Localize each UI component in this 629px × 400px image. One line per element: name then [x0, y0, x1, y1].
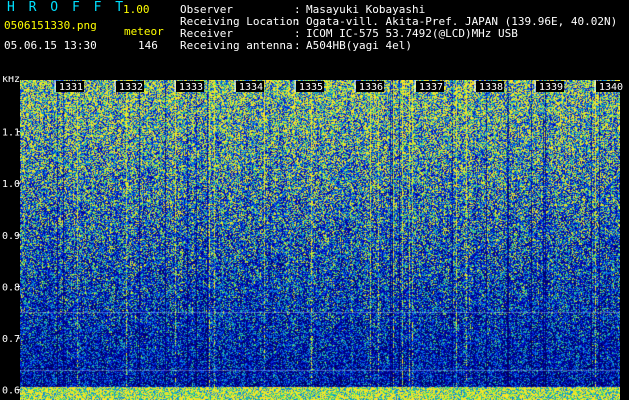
y-tick-label: 0.9: [2, 231, 20, 242]
time-tick-label: 1331: [59, 82, 83, 93]
time-tick-label: 1337: [419, 82, 443, 93]
y-tick-label: 1.0: [2, 179, 20, 190]
time-tick-label: 1336: [359, 82, 383, 93]
datetime: 05.06.15 13:30: [4, 39, 97, 52]
y-tick-label: 0.6: [2, 386, 20, 397]
filename: 0506151330.png: [4, 19, 97, 32]
time-tick-label: 1340: [599, 82, 623, 93]
app-title: H R O F F T: [7, 0, 127, 15]
antenna-label: Receiving antenna: [180, 39, 293, 52]
y-tick-label: 0.8: [2, 282, 20, 293]
meteor-count: 146: [138, 39, 158, 52]
y-tick-label: 0.7: [2, 334, 20, 345]
time-tick-label: 1335: [299, 82, 323, 93]
time-tick-label: 1338: [479, 82, 503, 93]
y-tick-label: 1.1: [2, 128, 20, 139]
time-tick-label: 1333: [179, 82, 203, 93]
y-axis-label: kHz: [2, 76, 20, 85]
time-tick-label: 1334: [239, 82, 263, 93]
spectrogram-axes: kHz 1.1 1.0 0.9 0.8 0.7 0.6 1331 1332 1333 1334 133…: [2, 76, 624, 397]
time-tick-label: 1332: [119, 82, 143, 93]
time-tick-label: 1339: [539, 82, 563, 93]
meteor-label: meteor: [124, 25, 164, 38]
app-version: 1.00: [123, 3, 150, 16]
antenna-value: A504HB(yagi 4el): [306, 39, 412, 52]
colon: :: [294, 39, 301, 52]
